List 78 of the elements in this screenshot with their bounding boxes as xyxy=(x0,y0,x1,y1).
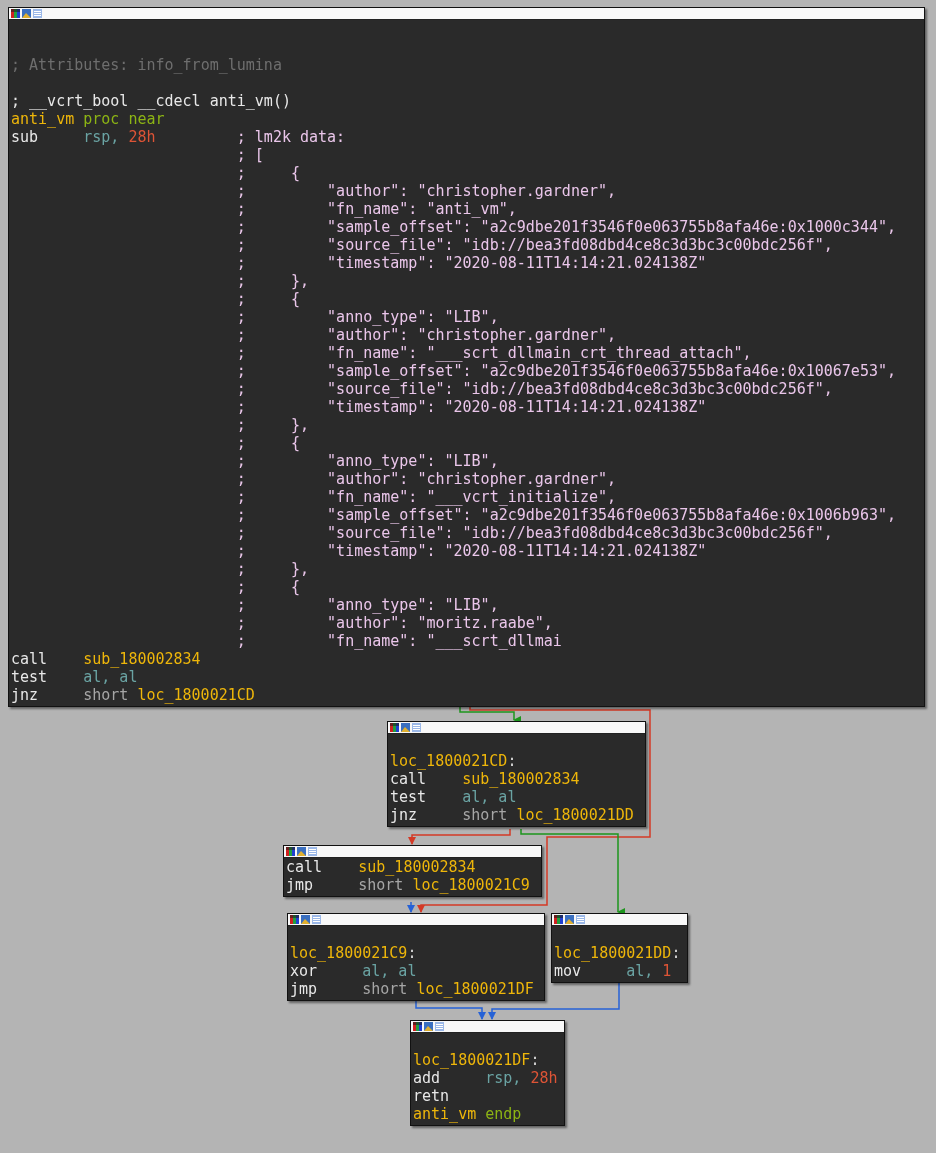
comment-text: ; "sample_offset": "a2c9dbe201f3546f0e063755b8afa46e:0x1006b963", xyxy=(236,506,896,524)
code-block-node[interactable]: loc_1800021CD: call sub_180002834 test al, al jnz short loc_1800021DD xyxy=(387,721,646,827)
comment-text: ; "anno_type": "LIB", xyxy=(236,452,499,470)
code-line: call sub_180002834 xyxy=(11,650,201,668)
picture-icon[interactable] xyxy=(401,723,410,732)
list-icon[interactable] xyxy=(435,1022,444,1031)
code-line: jnz short loc_1800021CD xyxy=(11,686,255,704)
true-branch-edge xyxy=(459,705,521,724)
comment-text: ; "fn_name": "___scrt_dllmai xyxy=(236,632,562,650)
palette-icon[interactable] xyxy=(413,1022,422,1031)
comment-text: ; { xyxy=(236,164,300,182)
code-line: anti_vm proc near xyxy=(11,110,165,128)
code-line: retn xyxy=(413,1087,451,1105)
list-icon[interactable] xyxy=(308,847,317,856)
code-line: loc_1800021C9: xyxy=(290,944,417,962)
code-block-node[interactable]: loc_1800021DF: add rsp, 28h retn anti_vm endp xyxy=(410,1020,565,1126)
code-line: anti_vm endp xyxy=(413,1105,522,1123)
code-line: test al, al xyxy=(11,668,138,686)
comment-text: ; { xyxy=(236,578,300,596)
palette-icon[interactable] xyxy=(11,9,20,18)
comment-text: ; "source_file": "idb://bea3fd08dbd4ce8c3d3bc3c00bdc256f", xyxy=(236,524,833,542)
list-icon[interactable] xyxy=(33,9,42,18)
code-block-node[interactable]: loc_1800021DD: mov al, 1 xyxy=(551,913,688,983)
comment-text: ; "author": "moritz.raabe", xyxy=(236,614,553,632)
comment-text: ; "sample_offset": "a2c9dbe201f3546f0e063755b8afa46e:0x1000c344", xyxy=(236,218,896,236)
code-line: loc_1800021DF: xyxy=(413,1051,540,1069)
code-line: test al, al xyxy=(390,788,517,806)
palette-icon[interactable] xyxy=(290,915,299,924)
comment-text: ; "source_file": "idb://bea3fd08dbd4ce8c3d3bc3c00bdc256f", xyxy=(236,236,833,254)
comment-text: ; }, xyxy=(236,560,309,578)
picture-icon[interactable] xyxy=(297,847,306,856)
picture-icon[interactable] xyxy=(565,915,574,924)
code-line: loc_1800021DD: xyxy=(554,944,681,962)
palette-icon[interactable] xyxy=(390,723,399,732)
comment-text: ; }, xyxy=(236,272,309,290)
code-line: jmp short loc_1800021DF xyxy=(290,980,534,998)
code-line: mov al, 1 xyxy=(554,962,672,980)
jump-edge xyxy=(407,901,415,913)
comment-text: ; }, xyxy=(236,416,309,434)
comment-text: ; "timestamp": "2020-08-11T14:14:21.024138Z" xyxy=(236,398,707,416)
code-line: ; Attributes: info_from_lumina xyxy=(11,56,282,74)
comment-text: ; "fn_name": "anti_vm", xyxy=(236,200,517,218)
comment-text: ; "author": "christopher.gardner", xyxy=(236,182,617,200)
picture-icon[interactable] xyxy=(424,1022,433,1031)
comment-text: ; "fn_name": "___scrt_dllmain_crt_thread_attach", xyxy=(236,344,752,362)
comment-text: ; "anno_type": "LIB", xyxy=(236,596,499,614)
code-block-node[interactable]: call sub_180002834 jmp short loc_1800021C9 xyxy=(283,845,542,897)
comment-text: ; "timestamp": "2020-08-11T14:14:21.024138Z" xyxy=(236,542,707,560)
comment-text: ; lm2k data: xyxy=(236,128,346,146)
comment-text: ; "timestamp": "2020-08-11T14:14:21.024138Z" xyxy=(236,254,707,272)
code-block-node[interactable]: loc_1800021C9: xor al, al jmp short loc_1800021DF xyxy=(287,913,545,1001)
comment-text: ; [ xyxy=(236,146,264,164)
code-line: ; __vcrt_bool __cdecl anti_vm() xyxy=(11,92,291,110)
picture-icon[interactable] xyxy=(301,915,310,924)
comment-text: ; "anno_type": "LIB", xyxy=(236,308,499,326)
list-icon[interactable] xyxy=(312,915,321,924)
comment-text: ; "author": "christopher.gardner", xyxy=(236,326,617,344)
jump-edge xyxy=(415,1000,486,1020)
code-line: jnz short loc_1800021DD xyxy=(390,806,634,824)
comment-text: ; "sample_offset": "a2c9dbe201f3546f0e063755b8afa46e:0x10067e53", xyxy=(236,362,896,380)
code-block-node[interactable] xyxy=(8,7,925,707)
palette-icon[interactable] xyxy=(286,847,295,856)
code-line: call sub_180002834 xyxy=(390,770,580,788)
comment-text: ; { xyxy=(236,290,300,308)
code-line: sub rsp, 28h xyxy=(11,128,157,146)
code-line: call sub_180002834 xyxy=(286,858,476,876)
list-icon[interactable] xyxy=(576,915,585,924)
code-line: loc_1800021CD: xyxy=(390,752,517,770)
comment-text: ; "fn_name": "___vcrt_initialize", xyxy=(236,488,617,506)
comment-text: ; "author": "christopher.gardner", xyxy=(236,470,617,488)
code-line: add rsp, 28h xyxy=(413,1069,558,1087)
code-line: jmp short loc_1800021C9 xyxy=(286,876,530,894)
comment-text: ; { xyxy=(236,434,300,452)
code-line: xor al, al xyxy=(290,962,417,980)
comment-text: ; "source_file": "idb://bea3fd08dbd4ce8c3d3bc3c00bdc256f", xyxy=(236,380,833,398)
picture-icon[interactable] xyxy=(22,9,31,18)
list-icon[interactable] xyxy=(412,723,421,732)
palette-icon[interactable] xyxy=(554,915,563,924)
